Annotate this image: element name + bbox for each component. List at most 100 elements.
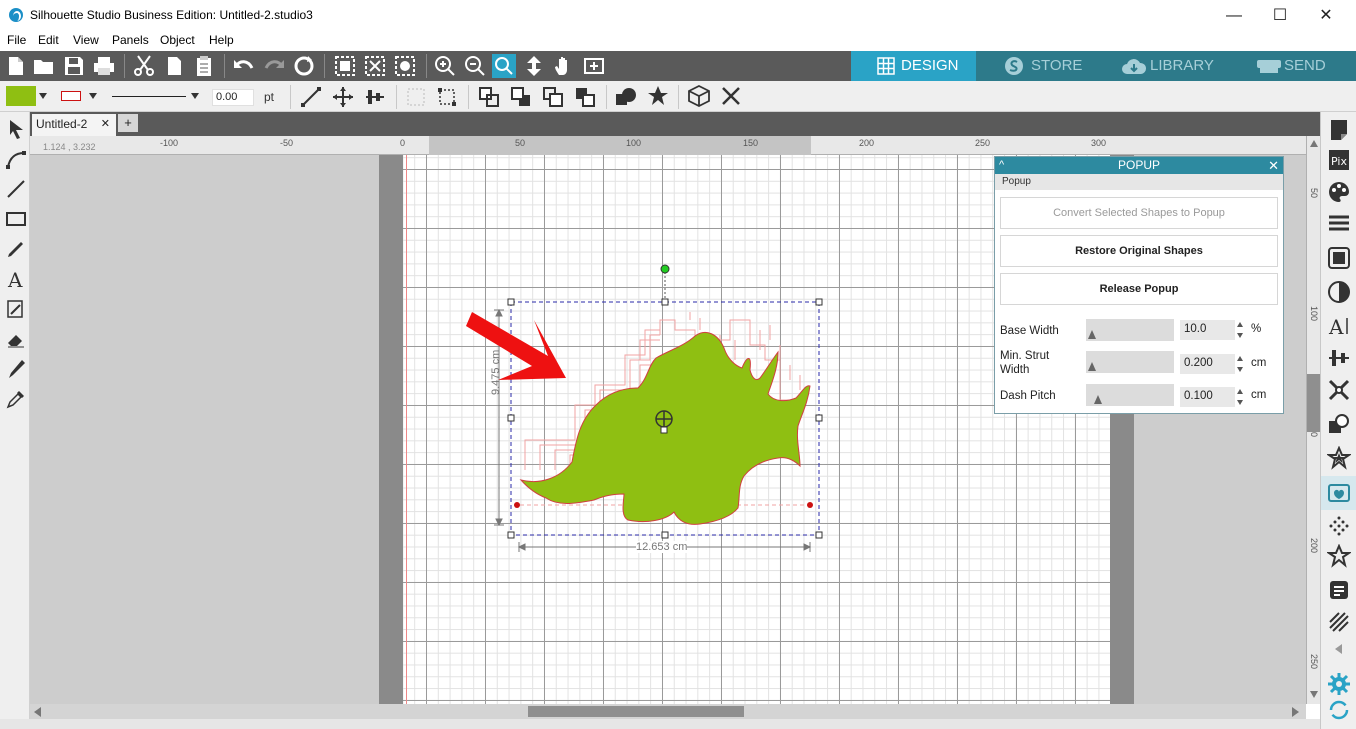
line-draw-icon[interactable]	[5, 178, 27, 200]
tab-design[interactable]: DESIGN	[851, 51, 976, 81]
menu-help[interactable]: Help	[209, 33, 234, 47]
sketch-panel-icon[interactable]	[1327, 610, 1351, 634]
close-tab-icon[interactable]: ✕	[101, 117, 110, 130]
fill-color-swatch[interactable]	[6, 86, 36, 106]
tab-send[interactable]: SEND	[1226, 51, 1356, 81]
rectangle-tool-icon[interactable]	[5, 208, 27, 230]
popup-panel-header[interactable]: ^ POPUP ✕	[995, 157, 1283, 174]
select-arrow-icon[interactable]	[5, 118, 27, 140]
base-width-input[interactable]: 10.0	[1180, 320, 1235, 340]
paste-icon[interactable]	[192, 54, 216, 78]
slider-knob[interactable]	[1088, 330, 1096, 339]
transform-panel-icon[interactable]	[1327, 246, 1351, 270]
text-panel-icon[interactable]: A	[1327, 314, 1351, 338]
dash-pitch-spinner[interactable]	[1236, 387, 1245, 407]
tab-library[interactable]: LIBRARY	[1101, 51, 1226, 81]
print-icon[interactable]	[92, 54, 116, 78]
save-icon[interactable]	[62, 54, 86, 78]
base-width-slider[interactable]	[1086, 319, 1174, 341]
min-strut-width-slider[interactable]	[1086, 351, 1174, 373]
pixscan-icon[interactable]: Pix	[1327, 148, 1351, 172]
eraser-tool-icon[interactable]	[5, 328, 27, 350]
slider-knob[interactable]	[1088, 362, 1096, 371]
star-shapes-icon[interactable]	[646, 84, 670, 108]
send-backward-icon[interactable]	[574, 86, 596, 108]
line-style-dropdown-icon[interactable]	[191, 93, 199, 99]
base-width-spinner[interactable]	[1236, 320, 1245, 340]
hand-pan-icon[interactable]	[552, 54, 576, 78]
eyedropper-tool-icon[interactable]	[5, 388, 27, 410]
pan-vertical-icon[interactable]	[522, 54, 546, 78]
modify-panel-icon[interactable]	[1327, 412, 1351, 436]
vertical-scrollbar-thumb[interactable]	[1307, 374, 1320, 432]
add-tab-button[interactable]: +	[118, 114, 138, 132]
scroll-left-arrow-icon[interactable]	[34, 707, 41, 717]
3d-box-icon[interactable]	[686, 84, 712, 108]
favorites-panel-icon[interactable]	[1327, 544, 1351, 568]
convert-to-popup-button[interactable]: Convert Selected Shapes to Popup	[1000, 197, 1278, 229]
zoom-in-icon[interactable]	[433, 54, 457, 78]
menu-object[interactable]: Object	[160, 33, 195, 47]
select-all-icon[interactable]	[333, 54, 357, 78]
page-setup-icon[interactable]	[1327, 118, 1351, 142]
send-to-back-icon[interactable]	[510, 86, 532, 108]
document-tab[interactable]: Untitled-2 ✕	[32, 114, 116, 136]
library-panel-icon[interactable]	[1327, 578, 1351, 602]
dash-pitch-slider[interactable]	[1086, 384, 1174, 406]
line-style-panel-icon[interactable]	[1327, 212, 1351, 236]
menu-panels[interactable]: Panels	[112, 33, 149, 47]
line-width-input[interactable]: 0.00	[212, 89, 254, 106]
min-strut-width-input[interactable]: 0.200	[1180, 354, 1235, 374]
edit-points-icon[interactable]	[5, 148, 27, 170]
fill-panel-icon[interactable]	[1327, 180, 1351, 204]
menu-file[interactable]: File	[7, 33, 26, 47]
restore-original-shapes-button[interactable]: Restore Original Shapes	[1000, 235, 1278, 267]
line-style-selector[interactable]	[112, 96, 186, 97]
horizontal-scrollbar-thumb[interactable]	[528, 706, 744, 717]
text-tool-icon[interactable]: A	[5, 268, 27, 290]
menu-edit[interactable]: Edit	[38, 33, 59, 47]
menu-view[interactable]: View	[73, 33, 99, 47]
copy-icon[interactable]	[162, 54, 186, 78]
line-color-dropdown-icon[interactable]	[89, 93, 97, 99]
pencil-tool-icon[interactable]	[5, 238, 27, 260]
close-panel-icon[interactable]: ✕	[1268, 157, 1279, 174]
tab-store[interactable]: STORE	[976, 51, 1101, 81]
settings-gear-icon[interactable]	[1327, 672, 1351, 696]
undo-icon[interactable]	[232, 54, 256, 78]
shapes-icon[interactable]	[614, 86, 638, 108]
trace-panel-icon[interactable]	[1327, 514, 1351, 538]
scroll-down-arrow-icon[interactable]	[1310, 691, 1318, 698]
popup-panel-tab[interactable]	[1321, 476, 1356, 510]
collapse-panels-arrow-icon[interactable]	[1335, 644, 1342, 654]
halftone-panel-icon[interactable]	[1327, 280, 1351, 304]
group-icon[interactable]	[405, 86, 427, 108]
minimize-button[interactable]: —	[1211, 0, 1257, 31]
bring-to-front-icon[interactable]	[478, 86, 500, 108]
new-document-icon[interactable]	[4, 54, 28, 78]
replicate-panel-icon[interactable]	[1327, 378, 1351, 402]
align-icon[interactable]	[364, 86, 386, 108]
sync-icon[interactable]	[1327, 698, 1351, 722]
redo-icon[interactable]	[262, 54, 286, 78]
line-tool-icon[interactable]	[300, 86, 322, 108]
cut-icon[interactable]	[132, 54, 156, 78]
select-by-color-icon[interactable]	[393, 54, 417, 78]
zoom-to-fit-icon[interactable]	[492, 54, 516, 78]
ungroup-icon[interactable]	[436, 86, 458, 108]
horizontal-scrollbar[interactable]	[30, 704, 1306, 719]
min-strut-width-spinner[interactable]	[1236, 354, 1245, 374]
offset-panel-icon[interactable]	[1327, 446, 1351, 470]
redraw-icon[interactable]	[292, 54, 316, 78]
fill-color-dropdown-icon[interactable]	[39, 93, 47, 99]
knife-tool-icon[interactable]	[5, 358, 27, 380]
collapse-panel-icon[interactable]: ^	[999, 157, 1004, 174]
close-window-button[interactable]: ✕	[1303, 0, 1349, 31]
move-icon[interactable]	[332, 86, 354, 108]
align-panel-icon[interactable]	[1327, 346, 1351, 370]
deselect-icon[interactable]	[363, 54, 387, 78]
release-popup-button[interactable]: Release Popup	[1000, 273, 1278, 305]
zoom-out-icon[interactable]	[463, 54, 487, 78]
scroll-up-arrow-icon[interactable]	[1310, 140, 1318, 147]
line-color-swatch[interactable]	[61, 91, 81, 101]
